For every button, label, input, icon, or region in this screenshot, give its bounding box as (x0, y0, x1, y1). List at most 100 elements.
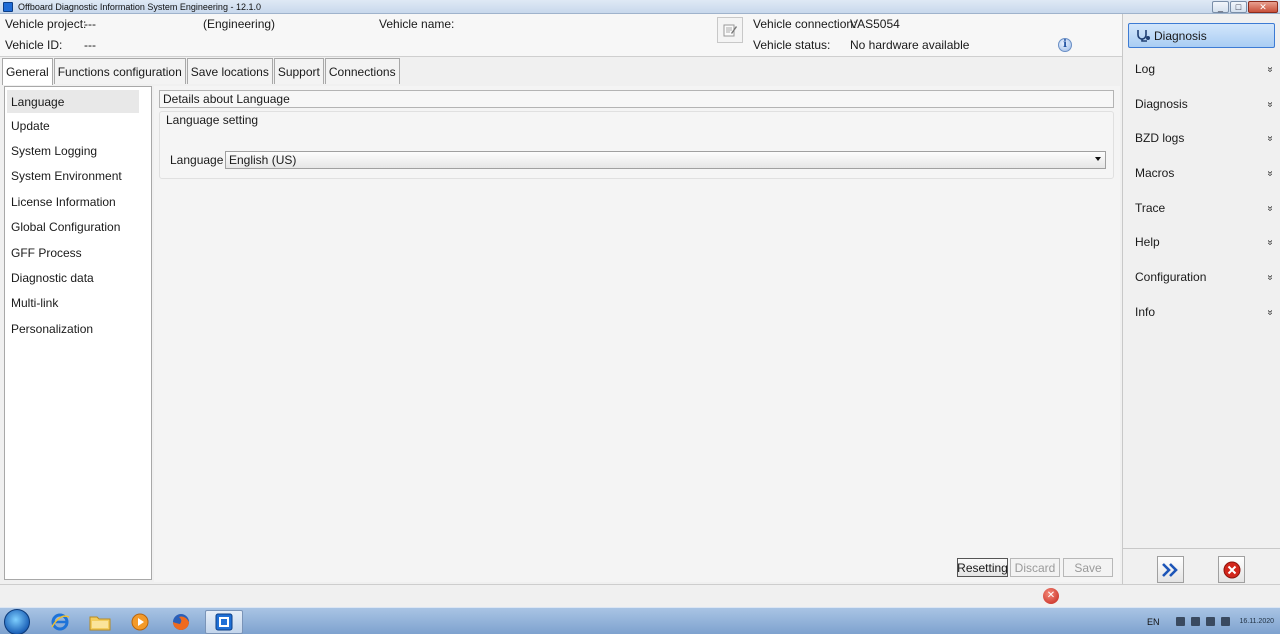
minimize-button[interactable]: _ (1212, 1, 1229, 13)
title-bar: Offboard Diagnostic Information System E… (0, 0, 1280, 14)
chevron-down-icon: » (1264, 205, 1276, 211)
panel-log[interactable]: Log » (1135, 62, 1276, 76)
tab-functions-configuration[interactable]: Functions configuration (53, 58, 186, 84)
vehicle-status-label: Vehicle status: (753, 38, 831, 52)
details-title: Details about Language (159, 90, 1114, 108)
tray-date[interactable]: 16.11.2020 (1239, 618, 1274, 625)
panel-macros[interactable]: Macros » (1135, 166, 1276, 180)
right-panel: Diagnosis Log » Diagnosis » BZD logs » M… (1122, 14, 1280, 584)
nav-item-personalization[interactable]: Personalization (5, 316, 151, 341)
close-circle-icon (1223, 561, 1240, 578)
close-window-button[interactable]: ✕ (1248, 1, 1278, 13)
panel-diagnosis-label: Diagnosis (1135, 97, 1188, 111)
nav-item-gff-process[interactable]: GFF Process (5, 240, 151, 265)
taskbar-media-player[interactable] (121, 610, 159, 634)
vehicle-status-value: No hardware available (850, 38, 970, 52)
chevron-down-icon: » (1264, 101, 1276, 107)
nav-item-global-configuration[interactable]: Global Configuration (5, 215, 151, 240)
os-taskbar: EN 16.11.2020 (0, 607, 1280, 634)
maximize-button[interactable]: □ (1230, 1, 1247, 13)
cancel-button[interactable] (1218, 556, 1245, 583)
internet-explorer-icon (51, 613, 70, 631)
start-button-icon[interactable] (4, 609, 30, 634)
tab-support[interactable]: Support (273, 58, 324, 84)
settings-nav: Language Update System Logging System En… (4, 86, 152, 580)
window-controls: _ □ ✕ (1212, 1, 1278, 13)
stethoscope-icon (1137, 29, 1150, 42)
save-button[interactable]: Save (1063, 558, 1113, 577)
panel-help[interactable]: Help » (1135, 235, 1276, 249)
panel-configuration[interactable]: Configuration » (1135, 270, 1276, 284)
panel-bzd-logs-label: BZD logs (1135, 131, 1185, 145)
nav-item-license-information[interactable]: License Information (5, 189, 151, 214)
taskbar-explorer[interactable] (81, 610, 119, 634)
taskbar-ie[interactable] (41, 610, 79, 634)
taskbar-odis[interactable] (205, 610, 243, 634)
media-player-icon (131, 613, 149, 631)
vehicle-id-label: Vehicle ID: (5, 38, 63, 52)
panel-bzd-logs[interactable]: BZD logs » (1135, 131, 1276, 145)
mode-label: (Engineering) (203, 17, 276, 31)
vehicle-header: Vehicle project: --- (Engineering) Vehic… (0, 14, 1122, 57)
edit-note-icon (723, 24, 737, 37)
error-status-icon[interactable]: ✕ (1043, 588, 1059, 604)
status-bar: ✕ (0, 584, 1280, 607)
panel-log-label: Log (1135, 62, 1156, 76)
chevron-down-icon: » (1264, 170, 1276, 176)
chevron-down-icon: » (1264, 309, 1276, 315)
language-select-value: English (US) (229, 153, 297, 167)
tray-power-icon[interactable] (1221, 617, 1231, 626)
language-label: Language (170, 153, 224, 167)
tab-general[interactable]: General (2, 58, 53, 85)
right-panel-footer (1123, 548, 1280, 584)
nav-item-system-logging[interactable]: System Logging (5, 138, 151, 163)
chevron-down-icon: » (1264, 66, 1276, 72)
forward-button[interactable] (1157, 556, 1184, 583)
tab-save-locations[interactable]: Save locations (186, 58, 273, 84)
settings-tabs: General Functions configuration Save loc… (2, 58, 401, 85)
nav-item-update[interactable]: Update (5, 113, 151, 138)
app-icon (3, 1, 13, 12)
system-tray: EN 16.11.2020 (1147, 608, 1280, 634)
tray-volume-icon[interactable] (1191, 617, 1201, 626)
nav-item-diagnostic-data[interactable]: Diagnostic data (5, 265, 151, 290)
panel-help-label: Help (1135, 235, 1160, 249)
vehicle-id-value: --- (84, 38, 96, 52)
panel-info[interactable]: Info » (1135, 305, 1276, 319)
language-setting-group: Language setting Language English (US) (159, 111, 1114, 179)
panel-diagnosis[interactable]: Diagnosis » (1135, 97, 1276, 111)
resetting-button[interactable]: Resetting (957, 558, 1008, 577)
dropdown-arrow-icon (1095, 157, 1101, 161)
diagnosis-button-label: Diagnosis (1154, 28, 1207, 43)
vehicle-name-label: Vehicle name: (379, 17, 455, 31)
folder-icon (89, 616, 111, 631)
tray-flag-icon[interactable] (1206, 617, 1216, 626)
odis-app-icon (215, 613, 233, 631)
input-language[interactable]: EN (1147, 617, 1160, 627)
panel-trace[interactable]: Trace » (1135, 201, 1276, 215)
info-icon[interactable]: i (1058, 38, 1072, 52)
diagnosis-button[interactable]: Diagnosis (1128, 23, 1275, 48)
tray-network-icon[interactable] (1176, 617, 1186, 626)
nav-item-language[interactable]: Language (7, 90, 139, 113)
group-title: Language setting (166, 113, 259, 127)
panel-configuration-label: Configuration (1135, 270, 1207, 284)
panel-info-label: Info (1135, 305, 1156, 319)
vehicle-connection-label: Vehicle connection: (753, 17, 857, 31)
edit-vehicle-button[interactable] (717, 17, 743, 43)
chevron-down-icon: » (1264, 135, 1276, 141)
chevron-down-icon: » (1264, 239, 1276, 245)
chevron-down-icon: » (1264, 274, 1276, 280)
double-chevron-right-icon (1161, 562, 1178, 577)
window-title: Offboard Diagnostic Information System E… (18, 1, 261, 12)
vehicle-project-label: Vehicle project: (5, 17, 87, 31)
nav-item-system-environment[interactable]: System Environment (5, 164, 151, 189)
firefox-icon (173, 614, 189, 630)
language-select[interactable]: English (US) (225, 151, 1106, 169)
discard-button[interactable]: Discard (1010, 558, 1060, 577)
nav-item-multi-link[interactable]: Multi-link (5, 291, 151, 316)
taskbar-firefox[interactable] (162, 610, 200, 634)
vehicle-connection-value: VAS5054 (850, 17, 900, 31)
tab-connections[interactable]: Connections (324, 58, 400, 84)
panel-trace-label: Trace (1135, 201, 1166, 215)
